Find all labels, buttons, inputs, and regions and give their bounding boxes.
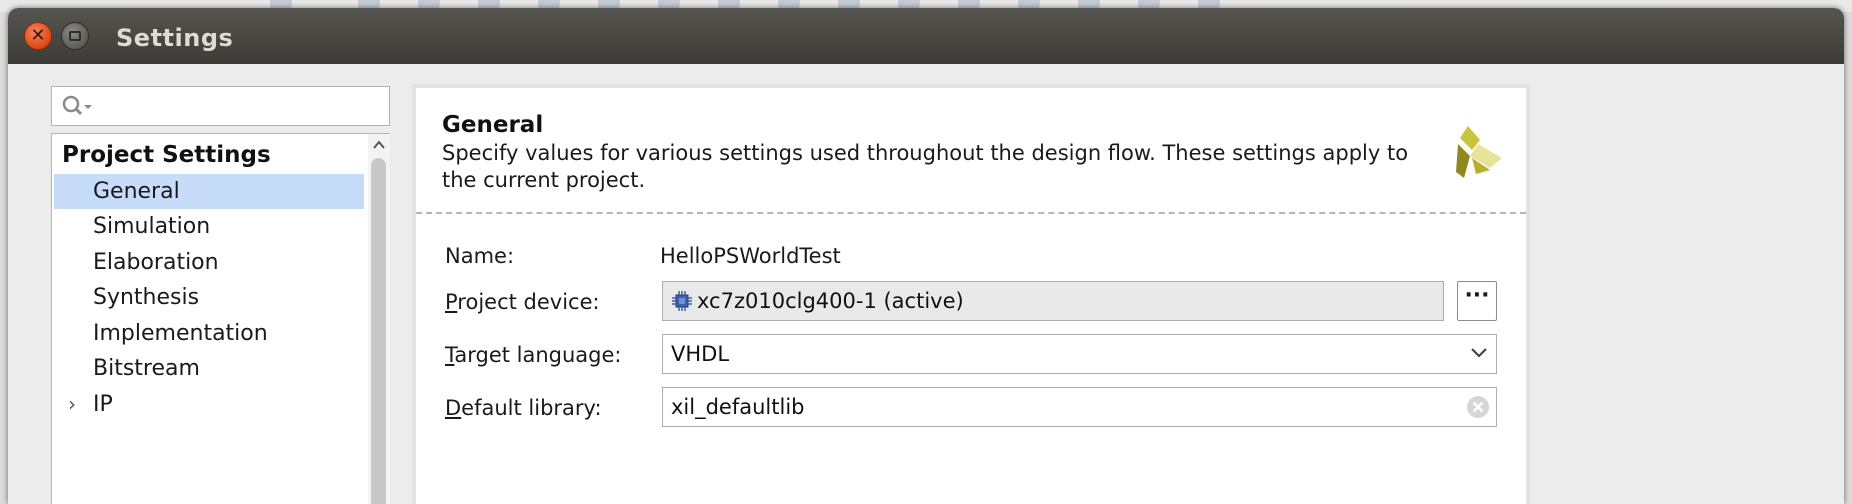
search-icon[interactable] [61,94,93,118]
title-bar[interactable]: ✕ Settings [8,8,1844,64]
tree-scrollbar[interactable] [368,134,390,504]
tree-item-label: Implementation [93,321,268,346]
tree-item-general[interactable]: General [54,174,364,209]
general-settings-panel: General Specify values for various setti… [412,84,1530,504]
default-library-value: xil_defaultlib [671,395,805,419]
minimize-icon [69,31,81,41]
project-device-field: xc7z010clg400-1 (active) [662,281,1444,321]
settings-tree: Project Settings General Simulation Elab… [51,133,390,504]
target-language-select[interactable]: VHDL [662,334,1497,374]
select-device-button[interactable]: ··· [1457,281,1497,321]
tree-item-label: Simulation [93,214,211,239]
panel-title: General [442,112,544,138]
project-device-label: Project device: [445,290,600,314]
tree-item-implementation[interactable]: Implementation [54,316,364,351]
tree-item-elaboration[interactable]: Elaboration [54,245,364,280]
label-text: efault library: [461,396,602,420]
default-library-label: Default library: [445,396,602,420]
tree-item-label: Synthesis [93,285,200,310]
label-text: arget language: [454,343,622,367]
tree-section-title: Project Settings [62,142,271,168]
panel-description: Specify values for various settings used… [442,141,1409,192]
settings-dialog: ✕ Settings Project Settings General Simu… [8,8,1844,504]
tree-item-bitstream[interactable]: Bitstream [54,351,364,386]
mnemonic: T [445,343,455,367]
chevron-down-icon[interactable] [1470,346,1488,360]
minimize-button[interactable] [61,22,89,50]
tree-item-label: Elaboration [93,250,219,275]
close-icon: ✕ [30,25,46,46]
target-language-value: VHDL [671,342,730,366]
close-button[interactable]: ✕ [24,22,52,50]
tree-item-label: IP [93,392,113,417]
mnemonic: D [445,396,462,420]
tree-item-label: General [93,179,180,204]
window-title: Settings [116,24,234,52]
project-device-value: xc7z010clg400-1 (active) [697,289,964,313]
clear-icon[interactable] [1466,395,1490,419]
xilinx-logo-icon [1456,126,1502,178]
tree-item-label: Bitstream [93,356,200,381]
target-language-label: Target language: [445,343,622,367]
tree-item-synthesis[interactable]: Synthesis [54,280,364,315]
scroll-thumb[interactable] [371,158,386,504]
mnemonic: P [445,290,458,314]
chip-icon [672,291,692,311]
default-library-input[interactable]: xil_defaultlib [662,387,1497,427]
scroll-up-icon[interactable] [372,138,386,152]
name-label: Name: [445,244,515,268]
tree-item-ip[interactable]: › IP [54,387,364,422]
tree-item-simulation[interactable]: Simulation [54,209,364,244]
chevron-right-icon[interactable]: › [68,387,76,422]
settings-search-input[interactable] [51,86,390,126]
label-text: roject device: [457,290,600,314]
project-name-value: HelloPSWorldTest [660,244,841,268]
section-divider [416,212,1526,214]
